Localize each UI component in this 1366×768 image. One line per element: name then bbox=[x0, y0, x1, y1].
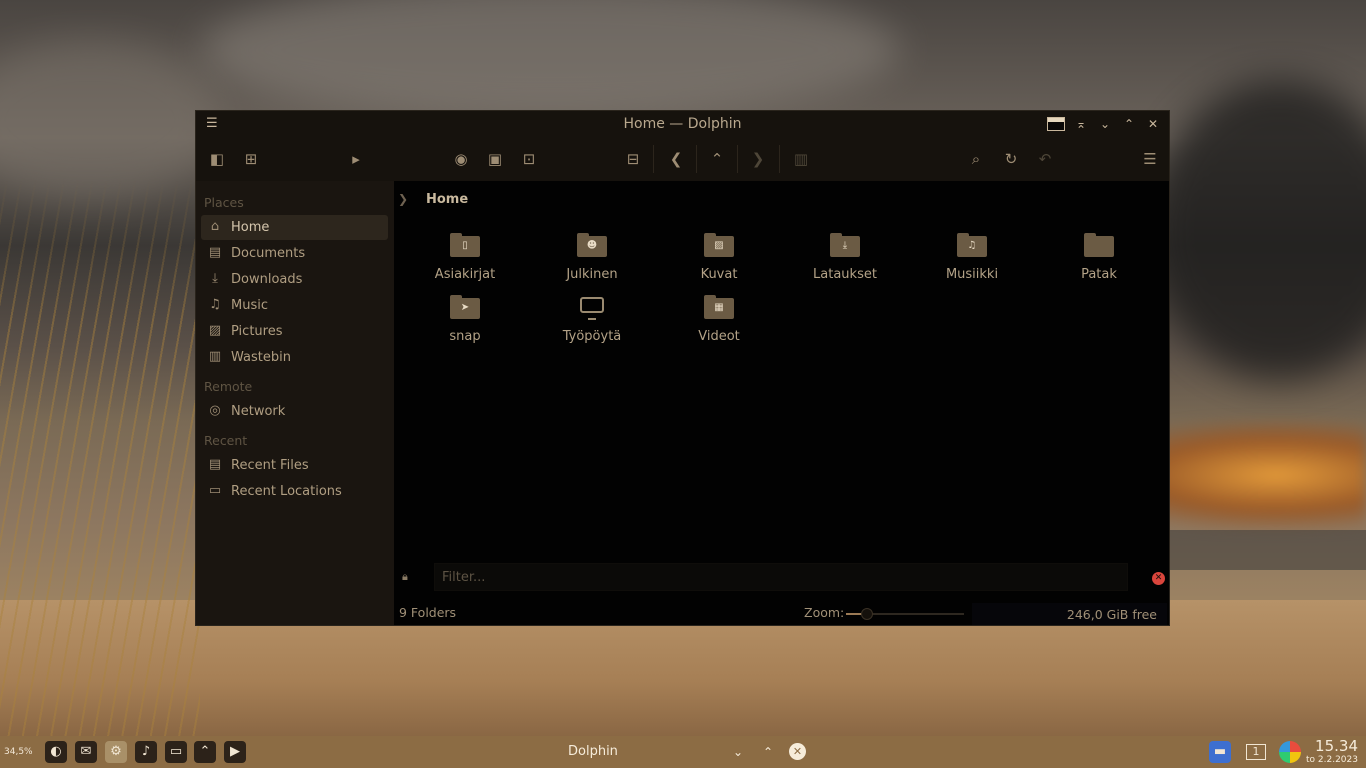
battery-indicator[interactable]: 34,5% bbox=[4, 741, 33, 763]
folder-pictures-icon: ▨ bbox=[704, 233, 734, 257]
sidebar-item-network[interactable]: ◎ Network bbox=[201, 399, 388, 424]
folder-item[interactable]: ▦ Videot bbox=[664, 295, 774, 355]
folder-video-icon: ▦ bbox=[704, 295, 734, 319]
trash-icon: ▥ bbox=[208, 349, 222, 364]
new-folder-icon[interactable]: ⊡ bbox=[519, 149, 539, 169]
free-space-indicator[interactable]: 246,0 GiB free bbox=[972, 603, 1167, 625]
sidebar-item-downloads[interactable]: ⤓ Downloads bbox=[201, 267, 388, 292]
split-view-icon[interactable]: ⊟ bbox=[623, 149, 643, 169]
close-button[interactable]: ✕ bbox=[1145, 115, 1161, 133]
section-remote: Remote bbox=[204, 379, 253, 394]
recent-locations-icon: ▭ bbox=[208, 483, 222, 498]
volume-icon[interactable]: ♪ bbox=[135, 741, 157, 763]
file-view: ❯ Home ▯ Asiakirjat ☻ Julkinen ▨ Kuvat ⤓… bbox=[394, 181, 1169, 625]
maximize-button[interactable]: ⌃ bbox=[1121, 115, 1137, 133]
keep-above-button[interactable] bbox=[1047, 117, 1065, 131]
sidebar-toggle-icon[interactable]: ◧ bbox=[207, 149, 227, 169]
desktop-monitor-icon bbox=[580, 297, 604, 320]
media-play-icon[interactable]: ▶ bbox=[224, 741, 246, 763]
undo-icon[interactable]: ↶ bbox=[1035, 149, 1055, 169]
toolbar: ◧ ⊞ ▸ ◉ ▣ ⊡ ⊟ ❮ ⌃ ❯ ▥ ⌕ ↻ ↶ ☰ bbox=[196, 137, 1169, 181]
minimize-button[interactable]: ⌄ bbox=[1097, 115, 1113, 133]
folder-item[interactable]: ⤓ Lataukset bbox=[790, 233, 900, 293]
picture-icon: ▨ bbox=[208, 323, 222, 338]
folder-download-icon: ⤓ bbox=[830, 233, 860, 257]
expand-tray-icon[interactable]: ⌃ bbox=[194, 741, 216, 763]
forward-arrow-icon[interactable]: ❯ bbox=[748, 149, 768, 169]
chevron-up-icon[interactable]: ⌃ bbox=[759, 743, 777, 761]
zoom-slider-handle[interactable] bbox=[861, 608, 873, 620]
close-filter-icon[interactable]: ✕ bbox=[1152, 572, 1165, 585]
reload-icon[interactable]: ↻ bbox=[1001, 149, 1021, 169]
pager-desktop[interactable]: 1 bbox=[1245, 741, 1267, 763]
breadcrumb-home[interactable]: Home bbox=[426, 192, 468, 207]
section-recent: Recent bbox=[204, 433, 248, 448]
breadcrumb-chevron-icon[interactable]: ❯ bbox=[398, 192, 408, 206]
display-icon[interactable]: ▭ bbox=[165, 741, 187, 763]
filter-bar: 🔒︎ ✕ bbox=[394, 561, 1169, 595]
folder-item[interactable]: ☻ Julkinen bbox=[537, 233, 647, 293]
folder-item[interactable]: ♫ Musiikki bbox=[917, 233, 1027, 293]
zoom-slider[interactable] bbox=[846, 608, 964, 620]
terminal-icon[interactable]: ▸ bbox=[346, 149, 366, 169]
notifications-icon[interactable]: ◐ bbox=[45, 741, 67, 763]
trash-icon[interactable]: ▥ bbox=[791, 149, 811, 169]
sidebar-item-documents[interactable]: ▤ Documents bbox=[201, 241, 388, 266]
home-icon: ⌂ bbox=[210, 219, 220, 234]
image-view-icon[interactable]: ▣ bbox=[485, 149, 505, 169]
sidebar-item-wastebin[interactable]: ▥ Wastebin bbox=[201, 345, 388, 370]
settings-icon[interactable]: ⚙ bbox=[105, 741, 127, 763]
folder-item[interactable]: ➤ snap bbox=[410, 295, 520, 355]
new-tab-icon[interactable]: ⊞ bbox=[241, 149, 261, 169]
taskbar: 34,5% ◐ ✉ ⚙ ♪ ▭ ⌃ ▶ Dolphin ⌄ ⌃ ✕ ▬ 1 15… bbox=[0, 736, 1366, 768]
music-icon: ♫ bbox=[209, 297, 221, 312]
download-icon: ⤓ bbox=[212, 271, 218, 286]
sidebar-item-pictures[interactable]: ▨ Pictures bbox=[201, 319, 388, 344]
status-bar: 9 Folders Zoom: 246,0 GiB free bbox=[394, 595, 1169, 625]
color-picker-icon[interactable] bbox=[1279, 741, 1301, 763]
folder-icon bbox=[1084, 233, 1114, 257]
search-icon[interactable]: ⌕ bbox=[966, 149, 986, 169]
folder-document-icon: ▯ bbox=[450, 233, 480, 257]
folder-item[interactable]: ▨ Kuvat bbox=[664, 233, 774, 293]
sidebar-item-home[interactable]: ⌂ Home bbox=[201, 215, 388, 240]
menu-icon[interactable]: ☰ bbox=[1140, 149, 1160, 169]
clock[interactable]: 15.34 to 2.2.2023 bbox=[1306, 737, 1358, 766]
folder-item[interactable]: ▯ Asiakirjat bbox=[410, 233, 520, 293]
folder-item[interactable]: Työpöytä bbox=[537, 295, 647, 355]
window-title: Home — Dolphin bbox=[623, 116, 742, 132]
folder-count: 9 Folders bbox=[399, 605, 457, 620]
dolphin-window: ☰ Home — Dolphin ⌅ ⌄ ⌃ ✕ ◧ ⊞ ▸ ◉ ▣ ⊡ ⊟ ❮… bbox=[195, 110, 1170, 626]
shade-button[interactable]: ⌅ bbox=[1073, 115, 1089, 133]
close-task-icon[interactable]: ✕ bbox=[789, 743, 806, 760]
folder-snap-icon: ➤ bbox=[450, 295, 480, 319]
sidebar-item-recent-locations[interactable]: ▭ Recent Locations bbox=[201, 479, 388, 504]
places-panel: Places ⌂ Home ▤ Documents ⤓ Downloads ♫ … bbox=[196, 181, 394, 625]
sidebar-item-music[interactable]: ♫ Music bbox=[201, 293, 388, 318]
network-icon: ◎ bbox=[209, 403, 221, 418]
folder-public-icon: ☻ bbox=[577, 233, 607, 257]
active-task-title[interactable]: Dolphin bbox=[568, 744, 618, 759]
back-arrow-icon[interactable]: ❮ bbox=[666, 149, 686, 169]
sidebar-item-recent-files[interactable]: ▤ Recent Files bbox=[201, 453, 388, 478]
document-icon: ▤ bbox=[208, 245, 222, 260]
zoom-label: Zoom: bbox=[804, 605, 845, 620]
folder-music-icon: ♫ bbox=[957, 233, 987, 257]
recent-files-icon: ▤ bbox=[208, 457, 222, 472]
lock-icon[interactable]: 🔒︎ bbox=[402, 570, 408, 584]
section-places: Places bbox=[204, 195, 244, 210]
title-bar[interactable]: ☰ Home — Dolphin ⌅ ⌄ ⌃ ✕ bbox=[196, 111, 1169, 137]
chevron-down-icon[interactable]: ⌄ bbox=[729, 743, 747, 761]
folder-item[interactable]: Patak bbox=[1044, 233, 1154, 293]
up-arrow-icon[interactable]: ⌃ bbox=[707, 149, 727, 169]
mail-icon[interactable]: ✉ bbox=[75, 741, 97, 763]
filter-input[interactable] bbox=[434, 563, 1128, 591]
window-list-icon[interactable]: ▬ bbox=[1209, 741, 1231, 763]
preview-eye-icon[interactable]: ◉ bbox=[451, 149, 471, 169]
